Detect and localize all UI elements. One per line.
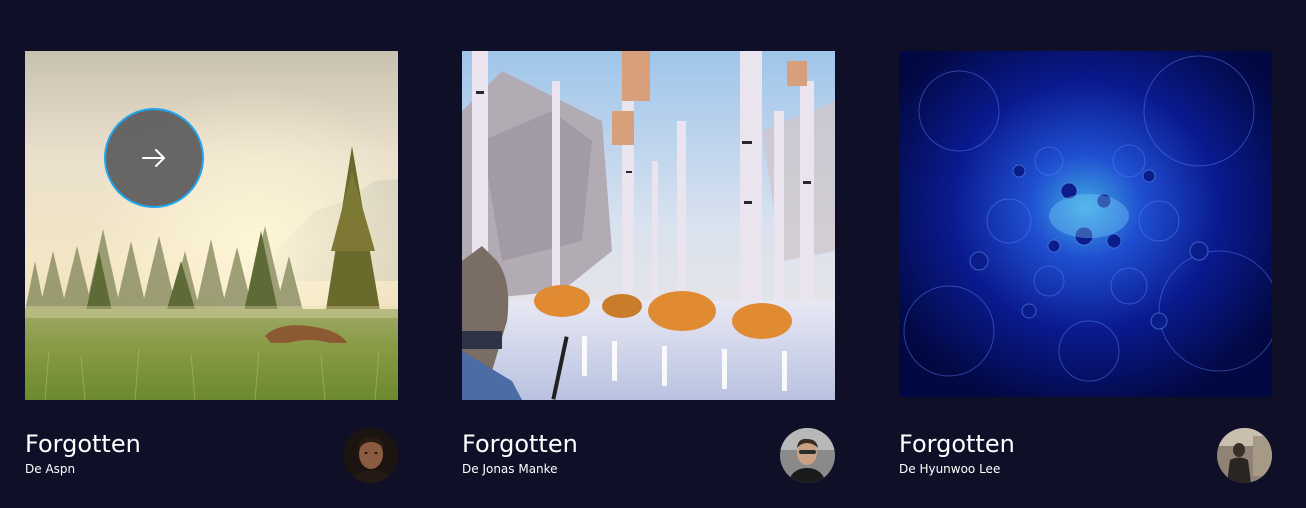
author-name[interactable]: De Aspn <box>25 462 75 476</box>
author-avatar[interactable] <box>343 428 398 483</box>
sunlit-forest-meadow-image <box>25 51 398 400</box>
video-gallery: Forgotten De Aspn Forgotten De Jonas Man… <box>0 0 1306 508</box>
arrow-right-icon <box>142 149 165 167</box>
video-card: Forgotten De Jonas Manke <box>462 51 835 483</box>
author-avatar[interactable] <box>780 428 835 483</box>
play-button[interactable] <box>104 108 204 208</box>
avatar-image <box>343 428 398 483</box>
video-title[interactable]: Forgotten <box>899 430 1015 458</box>
video-thumbnail[interactable] <box>899 51 1272 397</box>
video-thumbnail[interactable] <box>25 51 398 400</box>
card-meta: Forgotten De Hyunwoo Lee <box>899 428 1272 488</box>
video-card: Forgotten De Hyunwoo Lee <box>899 51 1272 483</box>
card-meta: Forgotten De Aspn <box>25 428 398 488</box>
snowy-birch-forest-image <box>462 51 835 400</box>
author-name[interactable]: De Hyunwoo Lee <box>899 462 1000 476</box>
video-card: Forgotten De Aspn <box>25 51 398 483</box>
video-title[interactable]: Forgotten <box>25 430 141 458</box>
card-meta: Forgotten De Jonas Manke <box>462 428 835 488</box>
video-title[interactable]: Forgotten <box>462 430 578 458</box>
avatar-image <box>1217 428 1272 483</box>
blue-bubbles-abstract-image <box>899 51 1272 397</box>
video-thumbnail[interactable] <box>462 51 835 400</box>
author-avatar[interactable] <box>1217 428 1272 483</box>
avatar-image <box>780 428 835 483</box>
author-name[interactable]: De Jonas Manke <box>462 462 558 476</box>
